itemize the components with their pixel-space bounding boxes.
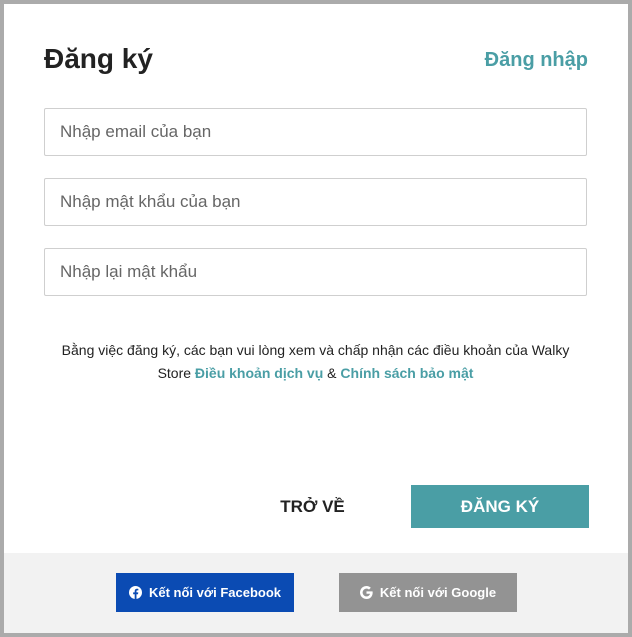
social-login-footer: Kết nối với Facebook Kết nối với Google: [4, 553, 628, 633]
facebook-icon: [129, 586, 143, 600]
terms-separator: &: [327, 365, 337, 381]
terms-of-service-link[interactable]: Điều khoản dịch vụ: [195, 365, 323, 381]
google-button-label: Kết nối với Google: [379, 585, 497, 600]
signup-modal: Đăng ký Đăng nhập Bằng việc đăng ký, các…: [4, 4, 628, 633]
password-input[interactable]: [44, 178, 587, 226]
terms-notice: Bằng việc đăng ký, các bạn vui lòng xem …: [44, 339, 587, 385]
confirm-password-input[interactable]: [44, 248, 587, 296]
back-button[interactable]: TRỞ VỀ: [250, 485, 375, 528]
email-input[interactable]: [44, 108, 587, 156]
facebook-button-label: Kết nối với Facebook: [148, 585, 282, 600]
google-icon: [360, 586, 374, 600]
google-login-button[interactable]: Kết nối với Google: [339, 573, 517, 612]
login-link[interactable]: Đăng nhập: [485, 48, 588, 72]
facebook-login-button[interactable]: Kết nối với Facebook: [116, 573, 294, 612]
signup-button[interactable]: ĐĂNG KÝ: [411, 485, 589, 528]
privacy-policy-link[interactable]: Chính sách bảo mật: [340, 365, 473, 381]
modal-title: Đăng ký: [44, 43, 153, 74]
